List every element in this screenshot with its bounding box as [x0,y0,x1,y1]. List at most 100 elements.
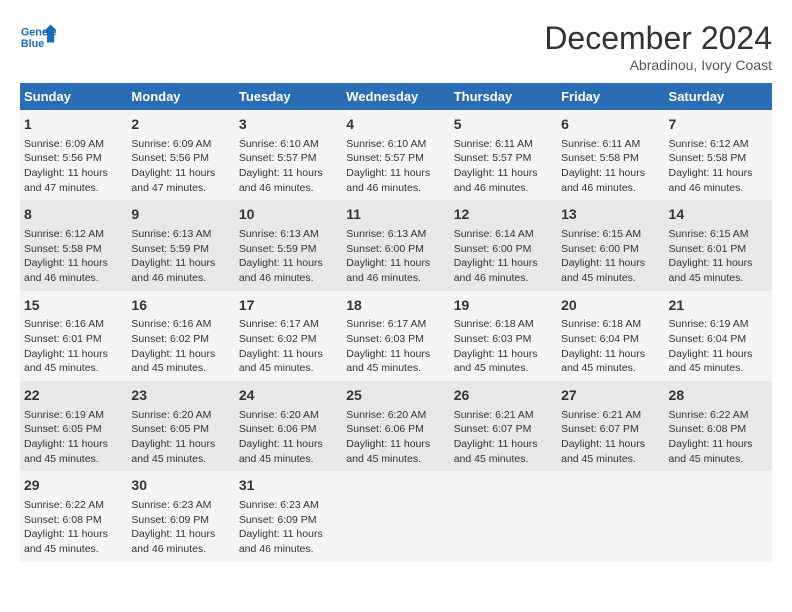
sunset-label: Sunset: 6:02 PM [131,333,209,345]
calendar-cell: 25Sunrise: 6:20 AMSunset: 6:06 PMDayligh… [342,381,449,471]
day-number: 29 [24,476,123,496]
day-header-wednesday: Wednesday [342,83,449,110]
day-number: 23 [131,386,230,406]
daylight-label: Daylight: 11 hours and 46 minutes. [239,167,323,194]
calendar-cell: 19Sunrise: 6:18 AMSunset: 6:03 PMDayligh… [450,291,557,381]
calendar-cell: 7Sunrise: 6:12 AMSunset: 5:58 PMDaylight… [665,110,772,200]
sunset-label: Sunset: 6:04 PM [669,333,747,345]
daylight-label: Daylight: 11 hours and 46 minutes. [454,257,538,284]
calendar-cell: 9Sunrise: 6:13 AMSunset: 5:59 PMDaylight… [127,200,234,290]
day-number: 30 [131,476,230,496]
day-number: 12 [454,205,553,225]
calendar-cell: 29Sunrise: 6:22 AMSunset: 6:08 PMDayligh… [20,471,127,561]
sunset-label: Sunset: 5:59 PM [239,243,317,255]
sunset-label: Sunset: 6:06 PM [239,423,317,435]
day-number: 20 [561,296,660,316]
daylight-label: Daylight: 11 hours and 46 minutes. [454,167,538,194]
day-number: 25 [346,386,445,406]
day-number: 15 [24,296,123,316]
daylight-label: Daylight: 11 hours and 45 minutes. [131,348,215,375]
sunset-label: Sunset: 5:56 PM [24,152,102,164]
day-number: 8 [24,205,123,225]
sunrise-label: Sunrise: 6:18 AM [454,318,534,330]
week-row-1: 1 Sunrise: 6:09 AM Sunset: 5:56 PM Daylight… [20,110,772,200]
day-number: 26 [454,386,553,406]
sunset-label: Sunset: 5:57 PM [346,152,424,164]
calendar-cell: 8Sunrise: 6:12 AMSunset: 5:58 PMDaylight… [20,200,127,290]
day-number: 19 [454,296,553,316]
sunrise-label: Sunrise: 6:16 AM [24,318,104,330]
daylight-label: Daylight: 11 hours and 45 minutes. [346,438,430,465]
day-header-thursday: Thursday [450,83,557,110]
calendar-cell: 30Sunrise: 6:23 AMSunset: 6:09 PMDayligh… [127,471,234,561]
daylight-label: Daylight: 11 hours and 45 minutes. [561,257,645,284]
daylight-label: Daylight: 11 hours and 45 minutes. [24,348,108,375]
sunrise-label: Sunrise: 6:15 AM [561,228,641,240]
day-number: 7 [669,115,768,135]
calendar-cell: 6Sunrise: 6:11 AMSunset: 5:58 PMDaylight… [557,110,664,200]
sunset-label: Sunset: 5:58 PM [24,243,102,255]
sunrise-label: Sunrise: 6:09 AM [24,138,104,150]
daylight-label: Daylight: 11 hours and 46 minutes. [561,167,645,194]
daylight-label: Daylight: 11 hours and 45 minutes. [346,348,430,375]
sunrise-label: Sunrise: 6:23 AM [131,499,211,511]
calendar-cell: 17Sunrise: 6:17 AMSunset: 6:02 PMDayligh… [235,291,342,381]
month-title: December 2024 [544,20,772,57]
svg-text:Blue: Blue [21,38,44,50]
calendar-cell [557,471,664,561]
daylight-label: Daylight: 11 hours and 46 minutes. [346,167,430,194]
day-number: 18 [346,296,445,316]
calendar-cell: 12Sunrise: 6:14 AMSunset: 6:00 PMDayligh… [450,200,557,290]
sunset-label: Sunset: 5:57 PM [454,152,532,164]
calendar-cell: 27Sunrise: 6:21 AMSunset: 6:07 PMDayligh… [557,381,664,471]
sunrise-label: Sunrise: 6:19 AM [669,318,749,330]
sunset-label: Sunset: 6:01 PM [24,333,102,345]
daylight-label: Daylight: 11 hours and 45 minutes. [669,438,753,465]
day-number: 3 [239,115,338,135]
day-number: 2 [131,115,230,135]
sunrise-label: Sunrise: 6:18 AM [561,318,641,330]
sunset-label: Sunset: 6:00 PM [561,243,639,255]
daylight-label: Daylight: 11 hours and 46 minutes. [131,257,215,284]
day-number: 16 [131,296,230,316]
calendar-cell: 26Sunrise: 6:21 AMSunset: 6:07 PMDayligh… [450,381,557,471]
calendar-cell: 31Sunrise: 6:23 AMSunset: 6:09 PMDayligh… [235,471,342,561]
daylight-label: Daylight: 11 hours and 46 minutes. [24,257,108,284]
calendar-cell: 23Sunrise: 6:20 AMSunset: 6:05 PMDayligh… [127,381,234,471]
calendar-cell: 16Sunrise: 6:16 AMSunset: 6:02 PMDayligh… [127,291,234,381]
sunrise-label: Sunrise: 6:10 AM [239,138,319,150]
calendar-cell [342,471,449,561]
calendar-cell [450,471,557,561]
sunrise-label: Sunrise: 6:22 AM [24,499,104,511]
daylight-label: Daylight: 11 hours and 46 minutes. [239,528,323,555]
day-header-saturday: Saturday [665,83,772,110]
location-subtitle: Abradinou, Ivory Coast [544,57,772,73]
calendar-table: SundayMondayTuesdayWednesdayThursdayFrid… [20,83,772,562]
sunrise-label: Sunrise: 6:09 AM [131,138,211,150]
sunrise-label: Sunrise: 6:20 AM [239,409,319,421]
daylight-label: Daylight: 11 hours and 45 minutes. [454,438,538,465]
calendar-cell: 1Sunrise: 6:09 AMSunset: 5:56 PMDaylight… [20,110,127,200]
day-number: 21 [669,296,768,316]
sunset-label: Sunset: 6:00 PM [454,243,532,255]
daylight-label: Daylight: 11 hours and 46 minutes. [131,528,215,555]
day-number: 5 [454,115,553,135]
sunrise-label: Sunrise: 6:11 AM [454,138,533,150]
calendar-cell: 21Sunrise: 6:19 AMSunset: 6:04 PMDayligh… [665,291,772,381]
week-row-2: 8Sunrise: 6:12 AMSunset: 5:58 PMDaylight… [20,200,772,290]
daylight-label: Daylight: 11 hours and 45 minutes. [561,438,645,465]
sunset-label: Sunset: 5:56 PM [131,152,209,164]
sunrise-label: Sunrise: 6:13 AM [131,228,211,240]
day-header-monday: Monday [127,83,234,110]
sunset-label: Sunset: 6:07 PM [561,423,639,435]
calendar-cell: 28Sunrise: 6:22 AMSunset: 6:08 PMDayligh… [665,381,772,471]
day-number: 24 [239,386,338,406]
title-block: December 2024 Abradinou, Ivory Coast [544,20,772,73]
sunrise-label: Sunrise: 6:20 AM [131,409,211,421]
daylight-label: Daylight: 11 hours and 46 minutes. [669,167,753,194]
calendar-cell: 22Sunrise: 6:19 AMSunset: 6:05 PMDayligh… [20,381,127,471]
day-number: 1 [24,115,123,135]
sunrise-label: Sunrise: 6:12 AM [669,138,749,150]
day-header-tuesday: Tuesday [235,83,342,110]
day-number: 27 [561,386,660,406]
